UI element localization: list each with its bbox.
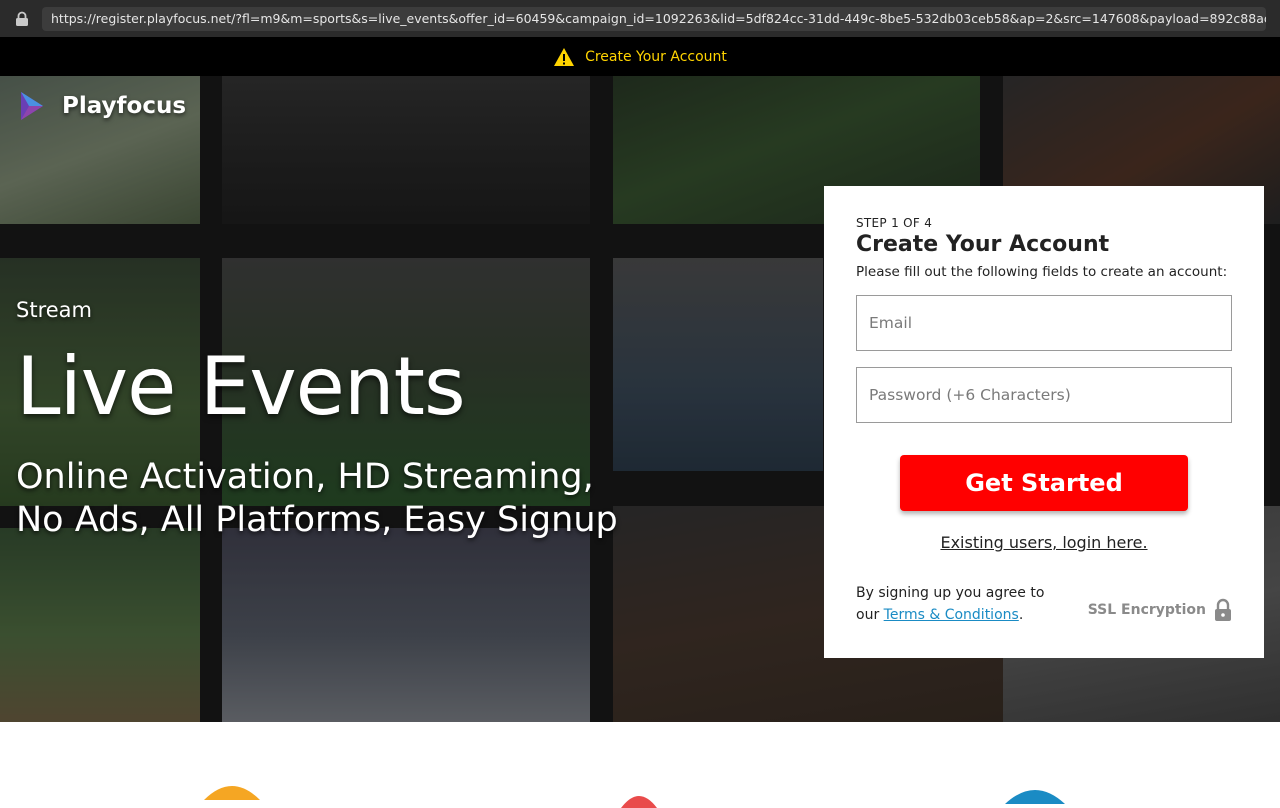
hero-subline: Online Activation, HD Streaming, No Ads,… <box>16 456 618 542</box>
url-field[interactable]: https://register.playfocus.net/?fl=m9&m=… <box>42 7 1266 31</box>
terms-line-2: our Terms & Conditions. <box>856 604 1044 626</box>
terms-our: our <box>856 607 880 623</box>
badge-icon <box>204 786 260 800</box>
brand-logo[interactable]: Playfocus <box>18 90 186 122</box>
lock-icon <box>1215 598 1231 621</box>
get-started-button[interactable]: Get Started <box>900 455 1188 511</box>
browser-address-bar: https://register.playfocus.net/?fl=m9&m=… <box>0 0 1280 37</box>
hero-headline: Live Events <box>16 340 466 433</box>
terms-notice: By signing up you agree to our Terms & C… <box>856 582 1044 626</box>
hero-subline-2: No Ads, All Platforms, Easy Signup <box>16 500 618 540</box>
ssl-label: SSL Encryption <box>1087 602 1206 618</box>
hero-subline-1: Online Activation, HD Streaming, <box>16 457 594 497</box>
heart-icon <box>621 796 657 808</box>
notice-text: Create Your Account <box>585 48 727 65</box>
lock-icon <box>16 11 28 26</box>
ssl-badge: SSL Encryption <box>1088 598 1232 622</box>
password-field[interactable] <box>856 367 1232 423</box>
signup-card: STEP 1 OF 4 Create Your Account Please f… <box>824 186 1264 658</box>
hero-kicker: Stream <box>16 298 92 322</box>
brand-name: Playfocus <box>62 93 187 119</box>
form-description: Please fill out the following fields to … <box>856 264 1228 280</box>
warning-icon <box>554 47 575 66</box>
email-field[interactable] <box>856 295 1232 351</box>
form-title: Create Your Account <box>856 232 1110 257</box>
terms-link[interactable]: Terms & Conditions <box>884 607 1019 623</box>
play-logo-icon <box>21 92 43 120</box>
terms-period: . <box>1018 607 1024 623</box>
notice-bar: Create Your Account <box>0 37 1280 76</box>
globe-icon <box>1005 790 1065 804</box>
features-strip <box>0 722 1280 808</box>
login-link[interactable]: Existing users, login here. <box>856 533 1232 552</box>
step-indicator: STEP 1 OF 4 <box>856 216 933 230</box>
terms-line-1: By signing up you agree to <box>856 585 1045 601</box>
